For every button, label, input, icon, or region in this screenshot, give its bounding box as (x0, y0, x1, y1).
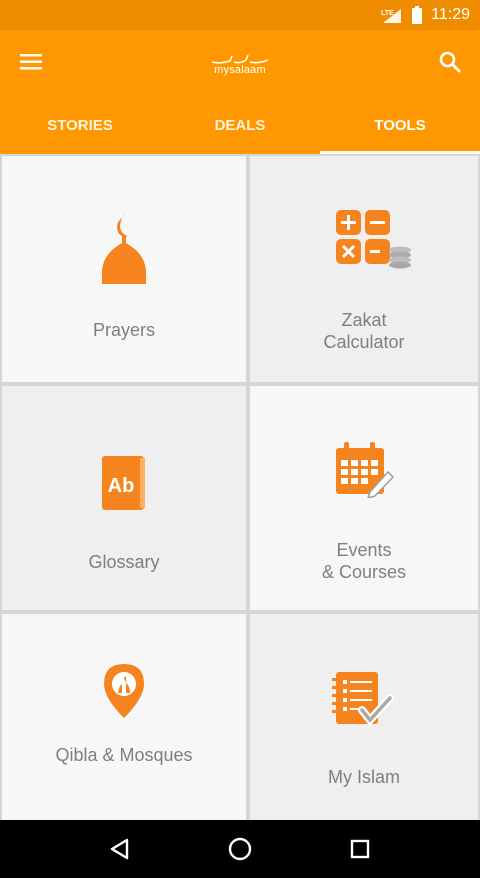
tile-label: Events & Courses (321, 540, 407, 582)
recents-square-icon (350, 839, 370, 859)
system-nav-bar (0, 820, 480, 878)
calculator-coins-icon (336, 210, 411, 269)
calendar-pencil-icon (336, 442, 394, 498)
battery-icon (411, 6, 423, 24)
location-pin-icon (104, 664, 144, 718)
tile-label: Zakat Calculator (323, 310, 405, 352)
menu-button[interactable] (14, 44, 50, 80)
search-icon (439, 51, 461, 73)
tile-label: Prayers (92, 320, 155, 340)
checklist-icon (332, 672, 394, 727)
back-button[interactable] (100, 829, 140, 869)
tile-label: Qibla & Mosques (55, 745, 193, 765)
status-bar: LTE 11:29 (0, 0, 480, 30)
tile-zakat-calculator[interactable]: Zakat Calculator (250, 156, 478, 382)
book-ab-icon: Ab (102, 456, 145, 510)
tab-tools[interactable]: TOOLS (320, 96, 480, 154)
tile-glossary[interactable]: Ab Glossary (2, 386, 246, 610)
screen: LTE 11:29 mysalaam STORIES DEALS TOOLS P… (0, 0, 480, 878)
home-circle-icon (228, 837, 252, 861)
signal-icon: LTE (381, 7, 403, 23)
back-triangle-icon (110, 838, 129, 860)
tab-deals[interactable]: DEALS (160, 96, 320, 154)
tab-stories[interactable]: STORIES (0, 96, 160, 154)
tile-events-courses[interactable]: Events & Courses (250, 386, 478, 610)
logo-text: mysalaam (214, 64, 266, 76)
hamburger-menu-icon (20, 54, 42, 70)
svg-text:LTE: LTE (381, 10, 394, 17)
recents-button[interactable] (340, 829, 380, 869)
tile-label: My Islam (328, 767, 400, 787)
clock: 11:29 (431, 6, 470, 23)
tile-label: Glossary (88, 552, 160, 572)
app-logo: mysalaam (200, 48, 280, 80)
tile-qibla-mosques[interactable]: Qibla & Mosques (2, 614, 246, 820)
tools-grid: Prayers Zakat Calculator Ab Glossary Eve… (0, 154, 480, 820)
home-button[interactable] (220, 829, 260, 869)
tile-my-islam[interactable]: My Islam (250, 614, 478, 820)
tab-bar: STORIES DEALS TOOLS (0, 96, 480, 154)
app-bar: mysalaam (0, 30, 480, 96)
tile-prayers[interactable]: Prayers (2, 156, 246, 382)
mosque-icon (102, 210, 146, 284)
search-button[interactable] (432, 44, 468, 80)
svg-text:Ab: Ab (108, 475, 135, 497)
